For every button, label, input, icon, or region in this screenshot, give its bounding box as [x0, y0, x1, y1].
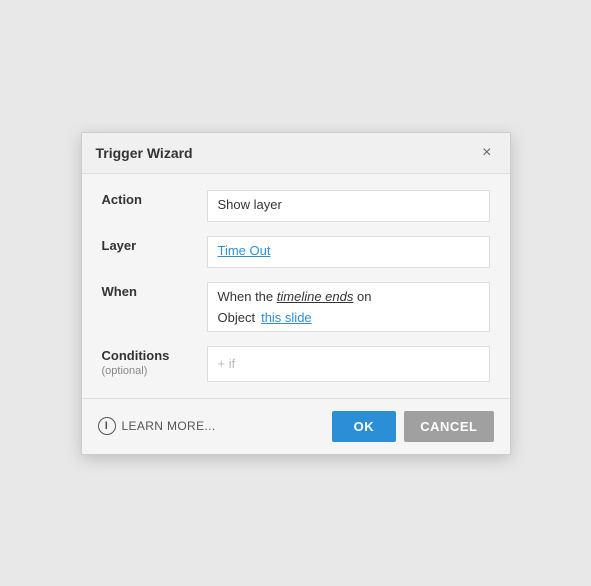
when-text-after: on: [353, 289, 371, 304]
action-label-col: Action: [102, 190, 207, 207]
dialog-overlay: Trigger Wizard × Action Show layer Layer…: [0, 0, 591, 586]
learn-more-label: LEARN MORE...: [122, 419, 216, 433]
layer-value[interactable]: Time Out: [218, 243, 271, 258]
dialog-header: Trigger Wizard ×: [82, 133, 510, 174]
dialog-footer: i LEARN MORE... OK CANCEL: [82, 398, 510, 454]
when-value-col: When the timeline ends on Object this sl…: [207, 282, 490, 332]
when-text-highlight: timeline ends: [277, 289, 354, 304]
close-button[interactable]: ×: [478, 143, 495, 163]
layer-value-col[interactable]: Time Out: [207, 236, 490, 268]
conditions-value-col[interactable]: + if: [207, 346, 490, 382]
object-label: Object: [218, 310, 256, 325]
conditions-label-col: Conditions (optional): [102, 346, 207, 377]
trigger-wizard-dialog: Trigger Wizard × Action Show layer Layer…: [81, 132, 511, 455]
conditions-label: Conditions: [102, 348, 207, 363]
when-label-col: When: [102, 282, 207, 299]
when-text: When the timeline ends on: [218, 289, 479, 304]
cancel-button[interactable]: CANCEL: [404, 411, 493, 442]
action-row: Action Show layer: [102, 190, 490, 222]
learn-more-link[interactable]: i LEARN MORE...: [98, 417, 216, 435]
object-sub-row: Object this slide: [218, 310, 479, 325]
dialog-title: Trigger Wizard: [96, 145, 193, 161]
ok-button[interactable]: OK: [332, 411, 397, 442]
when-row: When When the timeline ends on Object th…: [102, 282, 490, 332]
layer-label-col: Layer: [102, 236, 207, 253]
layer-row: Layer Time Out: [102, 236, 490, 268]
conditions-row: Conditions (optional) + if: [102, 346, 490, 382]
conditions-optional: (optional): [102, 365, 207, 377]
action-value-col[interactable]: Show layer: [207, 190, 490, 222]
when-text-before: When the: [218, 289, 277, 304]
when-label: When: [102, 284, 207, 299]
conditions-placeholder: + if: [218, 356, 236, 371]
layer-label: Layer: [102, 238, 207, 253]
action-label: Action: [102, 192, 207, 207]
info-icon: i: [98, 417, 116, 435]
footer-buttons: OK CANCEL: [332, 411, 494, 442]
action-value: Show layer: [218, 197, 282, 212]
dialog-body: Action Show layer Layer Time Out When: [82, 174, 510, 398]
object-value[interactable]: this slide: [261, 310, 312, 325]
